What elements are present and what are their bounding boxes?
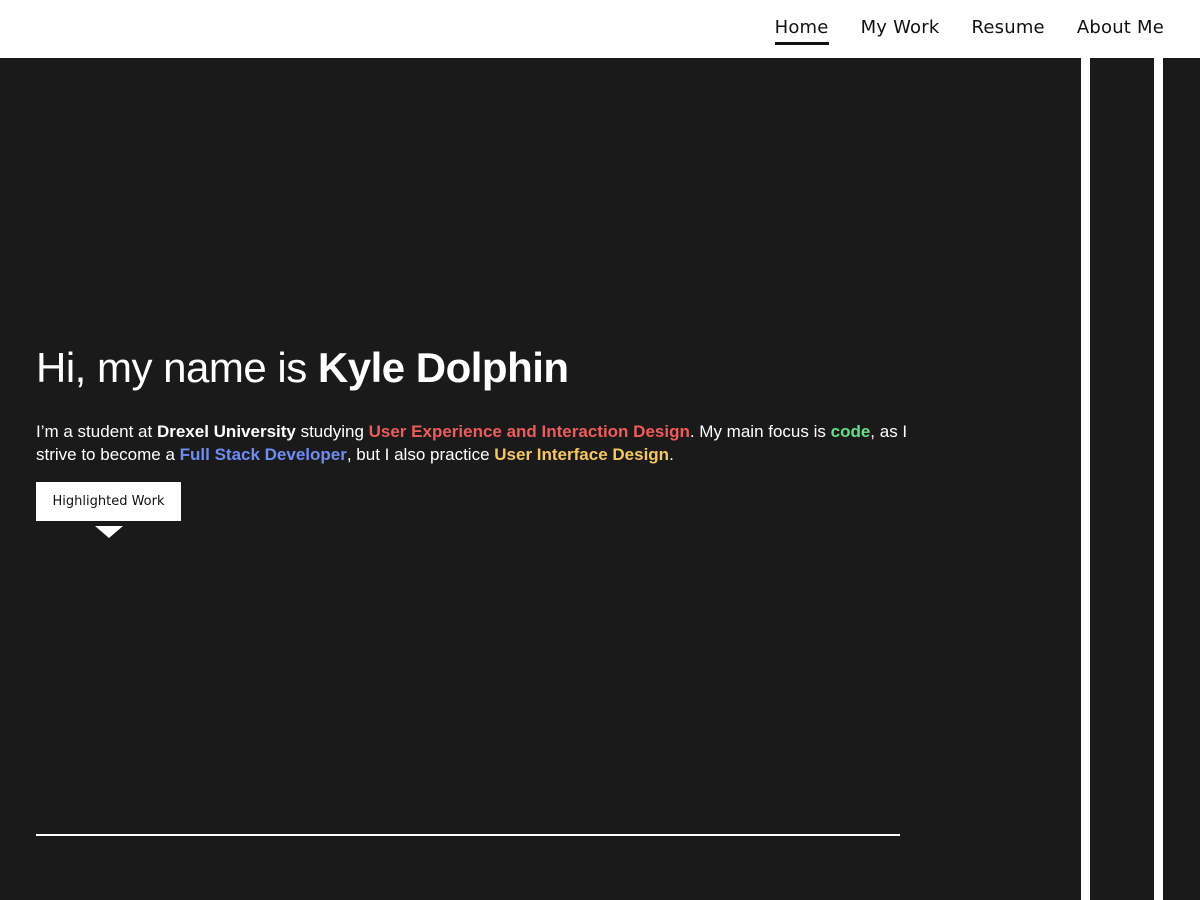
nav-my-work-link[interactable]: My Work — [861, 17, 940, 42]
greeting-text: Hi, my name is — [36, 344, 318, 391]
goal-highlight: Full Stack Developer — [179, 445, 347, 464]
practice-highlight: User Interface Design — [494, 445, 670, 464]
intro-paragraph: I’m a student at Drexel University study… — [36, 420, 916, 466]
nav-resume-link[interactable]: Resume — [971, 17, 1044, 42]
arrow-down-icon[interactable] — [95, 526, 123, 538]
university-highlight: Drexel University — [156, 422, 296, 441]
major-highlight: User Experience and Interaction Design — [368, 422, 690, 441]
name-text: Kyle Dolphin — [317, 344, 569, 391]
intro-text: studying — [295, 422, 369, 441]
focus-highlight: code — [830, 422, 871, 441]
intro-text: . — [669, 445, 674, 464]
hero-headline: Hi, my name is Kyle Dolphin — [36, 344, 569, 392]
main-nav: Home My Work Resume About Me — [774, 0, 1164, 58]
top-navbar: Home My Work Resume About Me — [0, 0, 1200, 58]
intro-text: , but I also practice — [346, 445, 495, 464]
decorative-stripe — [1081, 58, 1090, 900]
nav-home-link[interactable]: Home — [774, 17, 829, 45]
section-divider — [36, 834, 900, 836]
intro-text: I’m a student at — [36, 422, 157, 441]
decorative-stripe — [1154, 58, 1163, 900]
highlighted-work-button[interactable]: Highlighted Work — [36, 482, 181, 521]
hero-section: Hi, my name is Kyle Dolphin I’m a studen… — [0, 58, 1200, 900]
nav-about-me-link[interactable]: About Me — [1077, 17, 1164, 42]
intro-text: . My main focus is — [689, 422, 831, 441]
